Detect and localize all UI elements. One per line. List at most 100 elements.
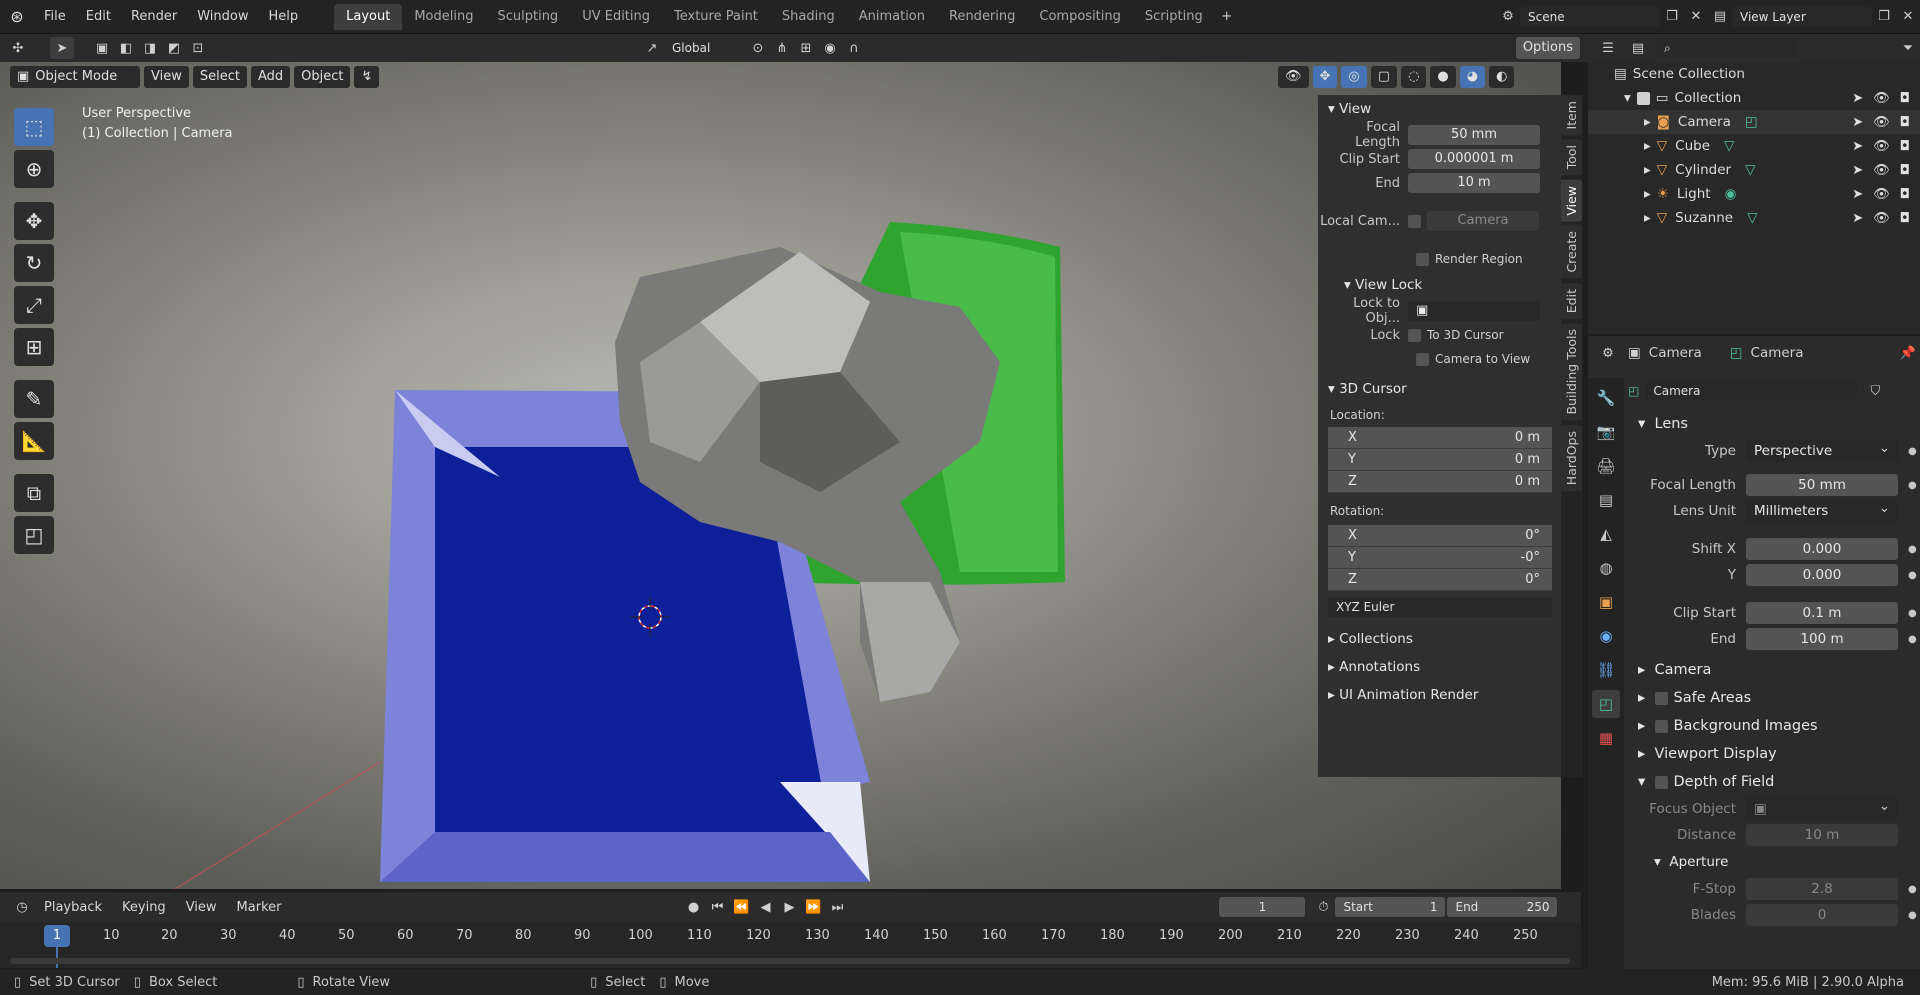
scene-icon[interactable]: ⚙ [1496, 6, 1520, 28]
jump-end-icon[interactable]: ⏭ [825, 896, 849, 918]
local-camera-field[interactable]: Camera [1427, 211, 1539, 231]
orientation-icon[interactable]: ↗ [640, 37, 664, 59]
sidebar-tab-hardops[interactable]: HardOps [1561, 424, 1582, 491]
fake-user-icon[interactable]: ⛉ [1863, 380, 1887, 402]
jump-start-icon[interactable]: ⏮ [705, 896, 729, 918]
cursor-location-x[interactable]: X0 m [1328, 427, 1552, 449]
outliner-item-cube[interactable]: ▸ ▽ Cube ▽ ➤ 👁 ◘ [1588, 134, 1920, 158]
outliner-item-cylinder[interactable]: ▸ ▽ Cylinder ▽ ➤ 👁 ◘ [1588, 158, 1920, 182]
rotation-mode-dropdown[interactable]: XYZ Euler [1328, 597, 1552, 617]
focal-length-field[interactable]: 50 mm [1408, 125, 1540, 145]
scene-remove-icon[interactable]: ✕ [1684, 6, 1708, 28]
scene-selector[interactable]: Scene [1520, 6, 1660, 27]
lens-clip-end-field[interactable]: 100 m [1746, 628, 1898, 650]
cursor-rotation-x[interactable]: X 0° [1328, 525, 1552, 547]
physics-properties-icon[interactable]: ◉ [1592, 622, 1620, 650]
sidebar-tab-tool[interactable]: Tool [1561, 139, 1582, 176]
object-properties-icon[interactable]: ▣ [1592, 588, 1620, 616]
tool-properties-icon[interactable]: 🔧 [1592, 384, 1620, 412]
transform-affect-icon[interactable]: ↯ [354, 66, 380, 88]
rotate-tool-icon[interactable]: ↻ [14, 244, 54, 282]
texture-properties-icon[interactable]: ▦ [1592, 724, 1620, 752]
tab-scripting[interactable]: Scripting [1133, 4, 1215, 30]
tab-texture-paint[interactable]: Texture Paint [662, 4, 770, 30]
editor-type-icon[interactable]: ✣ [6, 37, 30, 59]
view-panel-header[interactable]: ▾ View [1318, 95, 1561, 123]
pivot-icon[interactable]: ⊙ [746, 37, 770, 59]
timeline-menu-keying[interactable]: Keying [112, 900, 176, 915]
cursor-rotation-z[interactable]: Z 0° [1328, 569, 1552, 591]
lens-unit-dropdown[interactable]: Millimeters [1746, 497, 1898, 522]
viewport-menu-view[interactable]: View [144, 66, 189, 88]
tab-uv-editing[interactable]: UV Editing [570, 4, 662, 30]
collections-panel-header[interactable]: ▸ Collections [1318, 625, 1561, 653]
timeline-menu-playback[interactable]: Playback [34, 900, 112, 915]
gizmo-icon[interactable]: ✥ [1312, 66, 1338, 88]
camera-panel-header[interactable]: ▸ Camera [1628, 656, 1920, 684]
pin-icon[interactable]: 📌 [1896, 342, 1920, 364]
timeline-area[interactable]: 1 10 20 30 40 50 60 70 80 90 100 110 120… [0, 922, 1581, 968]
clip-end-field[interactable]: 10 m [1408, 173, 1540, 193]
scene-properties-icon[interactable]: ◭ [1592, 520, 1620, 548]
timeline-editor-icon[interactable]: ◷ [10, 896, 34, 918]
render-properties-icon[interactable]: 📷 [1592, 418, 1620, 446]
falloff-icon[interactable]: ∩ [842, 37, 866, 59]
sidebar-tab-view[interactable]: View [1561, 179, 1582, 222]
camera-render-icon[interactable]: ◘ [1900, 91, 1910, 106]
object-mode-dropdown[interactable]: ▣ Object Mode [10, 66, 140, 88]
local-camera-checkbox[interactable] [1408, 214, 1421, 228]
collection-exclude-checkbox[interactable] [1636, 91, 1650, 105]
select-box-tool-icon[interactable]: ⬚ [14, 108, 54, 146]
view-layer-copy-icon[interactable]: ❐ [1872, 6, 1896, 28]
ui-animation-render-header[interactable]: ▸ UI Animation Render [1318, 681, 1561, 709]
annotate-tool-icon[interactable]: ✎ [14, 380, 54, 418]
blender-logo-icon[interactable]: ⊛ [0, 7, 34, 26]
output-properties-icon[interactable]: 🖨 [1592, 452, 1620, 480]
camera-data-properties-icon[interactable]: ◰ [1592, 690, 1620, 718]
outliner-editor-icon[interactable]: ☰ [1596, 37, 1620, 59]
timeline-menu-marker[interactable]: Marker [227, 900, 292, 915]
lens-clip-start-field[interactable]: 0.1 m [1746, 602, 1898, 624]
rendered-shading-icon[interactable]: ◐ [1489, 66, 1515, 88]
timeline-menu-view[interactable]: View [176, 900, 227, 915]
material-shading-icon[interactable]: ◕ [1459, 66, 1486, 88]
safe-areas-panel-header[interactable]: ▸ Safe Areas [1628, 684, 1920, 712]
solid-shading-icon[interactable]: ● [1430, 66, 1456, 88]
transform-tool-icon[interactable]: ⊞ [14, 328, 54, 366]
background-images-panel-header[interactable]: ▸ Background Images [1628, 712, 1920, 740]
camera-to-view-checkbox[interactable] [1416, 352, 1429, 366]
world-properties-icon[interactable]: ◍ [1592, 554, 1620, 582]
overlays-icon[interactable]: ◎ [1341, 66, 1367, 88]
scale-tool-icon[interactable]: ⤢ [14, 286, 54, 324]
playhead[interactable]: 1 [44, 925, 70, 947]
add-workspace-icon[interactable]: + [1215, 6, 1239, 28]
menu-window[interactable]: Window [187, 9, 258, 24]
viewport-menu-object[interactable]: Object [294, 66, 351, 88]
shift-x-field[interactable]: 0.000 [1746, 538, 1898, 560]
current-frame-field[interactable]: 1 [1219, 897, 1306, 917]
display-mode-icon[interactable]: ▤ [1626, 37, 1650, 59]
snap-target-icon[interactable]: ⊞ [794, 37, 818, 59]
cursor-rotation-y[interactable]: Y -0° [1328, 547, 1552, 569]
frame-start-field[interactable]: Start 1 [1335, 897, 1446, 917]
outliner-item-light[interactable]: ▸ ☀ Light ◉ ➤ 👁 ◘ [1588, 182, 1920, 206]
jump-keyframe-forward-icon[interactable]: ⏩ [801, 896, 825, 918]
options-button[interactable]: Options [1515, 37, 1580, 59]
select-subtract-icon[interactable]: ◨ [138, 37, 162, 59]
sidebar-tab-item[interactable]: Item [1561, 95, 1582, 136]
viewport-menu-add[interactable]: Add [250, 66, 291, 88]
visibility-icon[interactable]: 👁 [1278, 66, 1309, 88]
select-arrow-icon[interactable]: ➤ [1852, 91, 1863, 106]
clip-start-field[interactable]: 0.000001 m [1408, 149, 1540, 169]
menu-file[interactable]: File [34, 9, 76, 24]
outliner-search-input[interactable]: ⌕ [1656, 38, 1796, 58]
viewport-display-panel-header[interactable]: ▸ Viewport Display [1628, 740, 1920, 768]
focus-distance-field[interactable]: 10 m [1746, 824, 1898, 846]
select-intersect-icon[interactable]: ⊡ [186, 37, 210, 59]
lock-to-object-field[interactable]: ▣ [1408, 301, 1540, 321]
auto-keying-icon[interactable]: ● [681, 896, 705, 918]
blades-field[interactable]: 0 [1746, 904, 1898, 926]
transform-orientation[interactable]: Global [664, 38, 746, 58]
snap-icon[interactable]: ⋔ [770, 37, 794, 59]
view-layer-selector[interactable]: View Layer [1732, 6, 1872, 27]
